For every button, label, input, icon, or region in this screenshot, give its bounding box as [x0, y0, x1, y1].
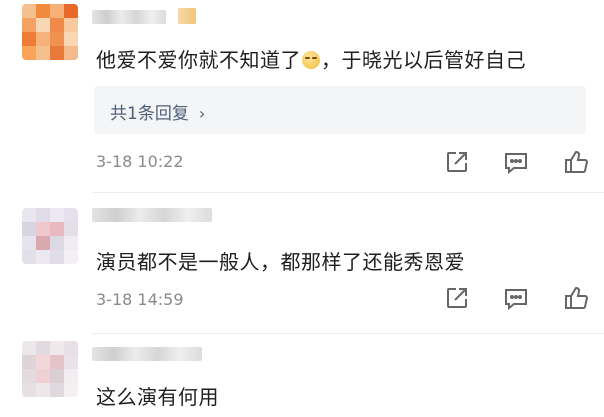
username[interactable] [92, 347, 202, 361]
like-button[interactable] [562, 284, 590, 312]
share-button[interactable] [443, 284, 471, 312]
comment-text: 这么演有何用 [96, 385, 219, 409]
user-badge [178, 8, 196, 24]
share-button[interactable] [443, 148, 471, 176]
share-icon [447, 288, 467, 308]
like-icon [565, 286, 589, 310]
chevron-right-icon: › [198, 104, 206, 123]
comment-timestamp: 3-18 14:59 [96, 290, 184, 309]
comment-icon [505, 289, 527, 311]
like-button[interactable] [562, 148, 590, 176]
like-icon [565, 150, 589, 174]
comment-item: 他爱不爱你就不知道了 ，于晓光以后管好自己 共1条回复 › 3-18 10:22 [0, 0, 604, 190]
comment-item: 演员都不是一般人，都那样了还能秀恩爱 3-18 14:59 [0, 192, 604, 332]
comment-button[interactable] [502, 148, 530, 176]
comment-timestamp: 3-18 10:22 [96, 152, 184, 171]
comment-icon [505, 153, 527, 175]
view-replies-link[interactable]: 共1条回复 › [110, 99, 205, 124]
username[interactable] [92, 10, 166, 24]
username[interactable] [92, 208, 212, 222]
avatar[interactable] [22, 341, 78, 397]
comment-text: 他爱不爱你就不知道了 ，于晓光以后管好自己 [96, 48, 526, 72]
comment-text: 演员都不是一般人，都那样了还能秀恩爱 [96, 250, 465, 274]
share-icon [447, 152, 467, 172]
avatar[interactable] [22, 4, 78, 60]
comment-item: 这么演有何用 [0, 333, 604, 417]
reply-box: 共1条回复 › [94, 86, 586, 134]
comment-button[interactable] [502, 284, 530, 312]
avatar[interactable] [22, 208, 78, 264]
smile-emoji-icon [302, 51, 320, 69]
